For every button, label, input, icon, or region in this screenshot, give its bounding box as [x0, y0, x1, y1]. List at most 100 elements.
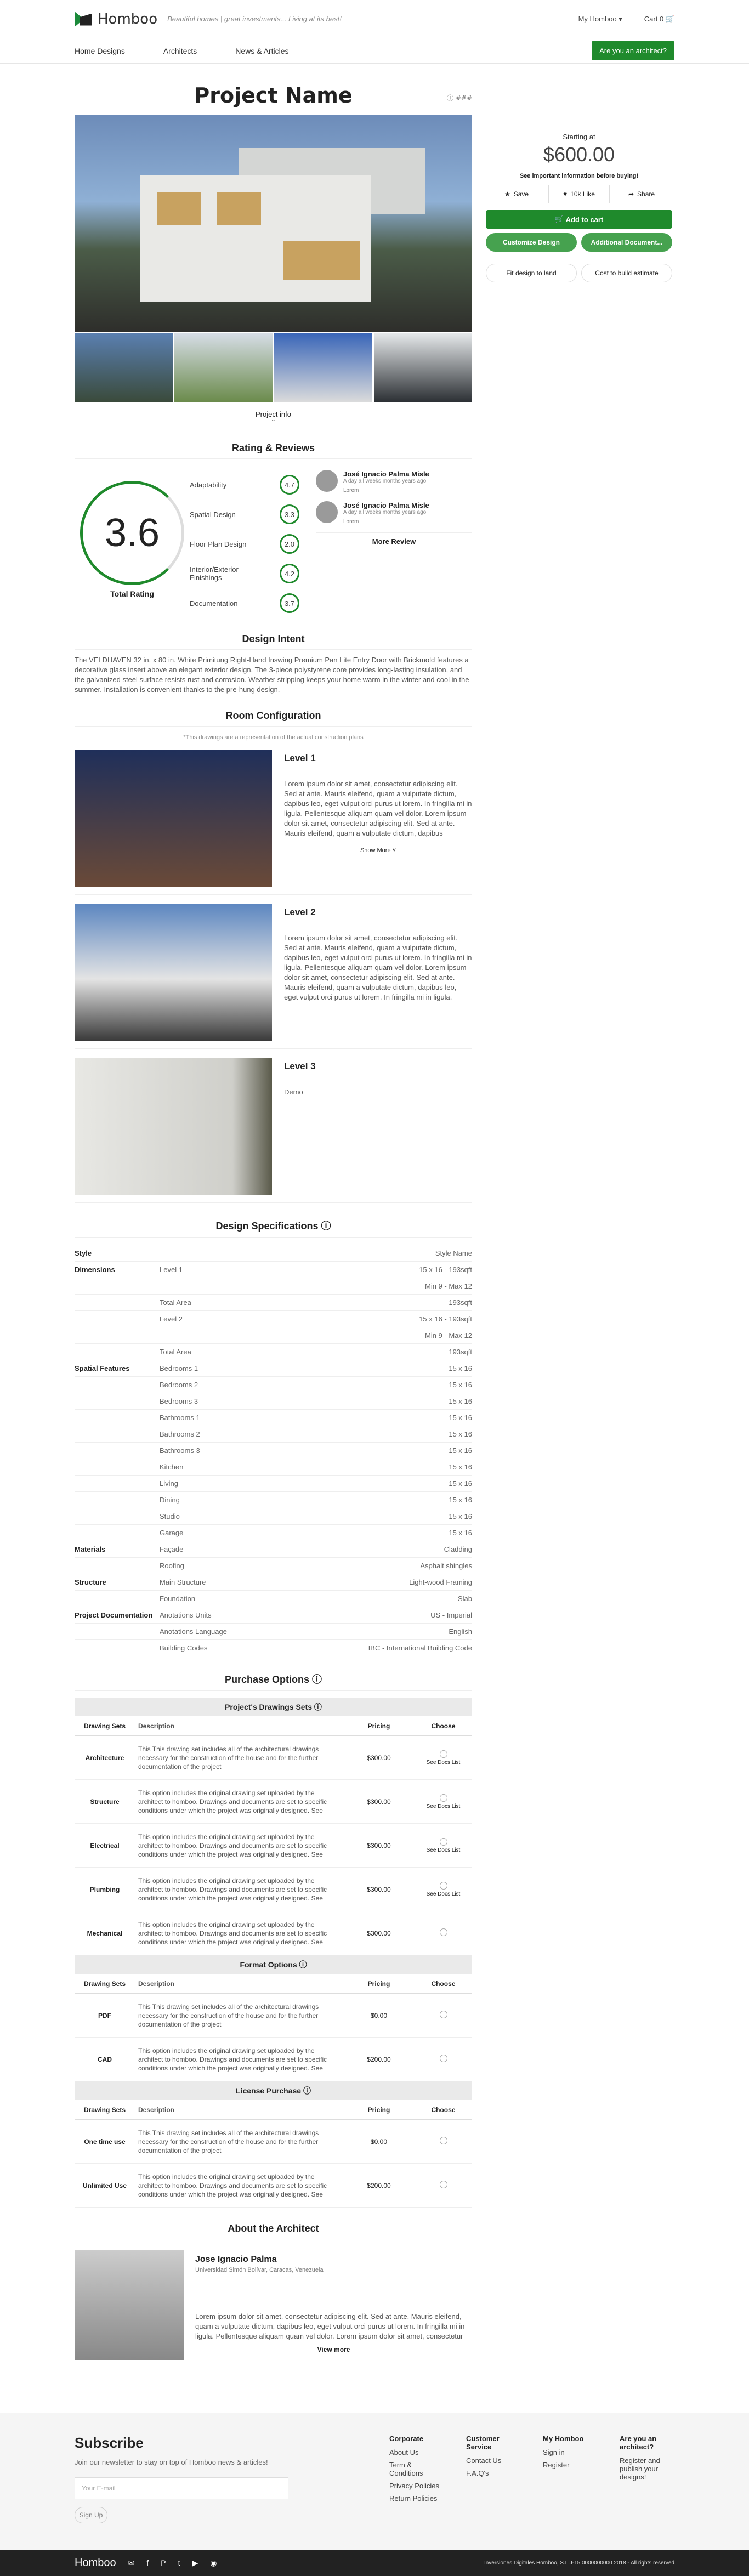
account-menu[interactable]: My Homboo ▾ [578, 15, 622, 24]
docs-list-link[interactable]: See Docs List [415, 1847, 472, 1853]
purchase-row: CAD This option includes the original dra… [75, 2038, 472, 2081]
rating-title: Rating & Reviews [75, 442, 472, 459]
youtube-icon[interactable]: ▶ [192, 2558, 198, 2568]
footer-link[interactable]: Contact Us [466, 2456, 521, 2465]
cart-link[interactable]: Cart 0 🛒 [644, 15, 674, 24]
choose-radio[interactable] [439, 1794, 447, 1802]
email-icon[interactable]: ✉ [128, 2558, 135, 2568]
specs-title: Design Specifications ⓘ [75, 1218, 472, 1238]
thumbnail[interactable] [374, 333, 472, 402]
share-icon: ➦ [628, 190, 634, 198]
rating-category: Interior/Exterior Finishings 4.2 [190, 559, 299, 588]
spec-row: Kitchen 15 x 16 [75, 1459, 472, 1476]
avatar [316, 470, 338, 492]
additional-documents-button[interactable]: Additional Document... [581, 233, 672, 252]
choose-radio[interactable] [439, 1881, 447, 1890]
purchase-row: Mechanical This option includes the origi… [75, 1911, 472, 1955]
docs-list-link[interactable]: See Docs List [415, 1760, 472, 1766]
choose-radio[interactable] [439, 2011, 447, 2018]
purchase-sidebar: Starting at $600.00 See important inform… [486, 83, 672, 282]
architect-cta-button[interactable]: Are you an architect? [592, 41, 674, 60]
thumbnail[interactable] [174, 333, 273, 402]
cost-estimate-button[interactable]: Cost to build estimate [581, 264, 672, 282]
spec-row: Living 15 x 16 [75, 1476, 472, 1492]
instagram-icon[interactable]: ◉ [210, 2558, 217, 2568]
add-to-cart-button[interactable]: 🛒 Add to cart [486, 210, 672, 229]
spec-row: Roofing Asphalt shingles [75, 1558, 472, 1574]
more-review-button[interactable]: More Review [316, 532, 472, 546]
rating-category: Documentation 3.7 [190, 588, 299, 618]
pinterest-icon[interactable]: P [161, 2558, 166, 2567]
logo[interactable]: Homboo [75, 11, 157, 27]
choose-radio[interactable] [439, 2181, 447, 2188]
architect-title: About the Architect [75, 2223, 472, 2239]
purchase-header: Drawing Sets Description Pricing Choose [75, 1716, 472, 1736]
footer-brand: Homboo [75, 2556, 116, 2569]
share-button[interactable]: ➦ Share [611, 185, 672, 203]
important-info[interactable]: See important information before buying! [486, 173, 672, 179]
choose-radio[interactable] [439, 2137, 447, 2144]
spec-row: Bedrooms 3 15 x 16 [75, 1393, 472, 1410]
bookmark-icon: ★ [504, 190, 510, 198]
spec-row: Style Style Name [75, 1245, 472, 1262]
docs-list-link[interactable]: See Docs List [415, 1891, 472, 1897]
footer-link[interactable]: F.A.Q's [466, 2469, 521, 2477]
spec-row: Total Area 193sqft [75, 1344, 472, 1360]
spec-row: Bathrooms 1 15 x 16 [75, 1410, 472, 1426]
thumbnail[interactable] [274, 333, 372, 402]
purchase-header: Drawing Sets Description Pricing Choose [75, 1974, 472, 1994]
hero-image[interactable] [75, 115, 472, 332]
customize-design-button[interactable]: Customize Design [486, 233, 577, 252]
total-rating-label: Total Rating [110, 589, 154, 598]
level-image[interactable] [75, 1058, 272, 1195]
nav-home-designs[interactable]: Home Designs [75, 47, 125, 55]
level-image[interactable] [75, 904, 272, 1041]
thumbnail[interactable] [75, 333, 173, 402]
purchase-row: Structure This option includes the origin… [75, 1780, 472, 1824]
footer-link[interactable]: Privacy Policies [389, 2482, 444, 2490]
footer-link[interactable]: About Us [389, 2448, 444, 2456]
docs-list-link[interactable]: See Docs List [415, 1803, 472, 1809]
bottom-bar: Homboo ✉ f P t ▶ ◉ Inversiones Digitales… [0, 2550, 749, 2576]
save-button[interactable]: ★ Save [486, 185, 547, 203]
tagline: Beautiful homes | great investments... L… [167, 15, 342, 23]
choose-radio[interactable] [439, 1750, 447, 1758]
purchase-title: Purchase Options ⓘ [75, 1672, 472, 1691]
specs-table: Style Style Name Dimensions Level 1 15 x 16 … [75, 1245, 472, 1656]
project-title: Project Name ⓘ ### [194, 83, 472, 107]
spec-row: Dimensions Level 1 15 x 16 - 193sqft [75, 1262, 472, 1278]
purchase-header: Drawing Sets Description Pricing Choose [75, 2100, 472, 2120]
purchase-row: Unlimited Use This option includes the or… [75, 2164, 472, 2208]
project-info-toggle[interactable]: Project info ˇ [75, 410, 472, 427]
architect-name: Jose Ignacio Palma [195, 2255, 277, 2264]
nav-architects[interactable]: Architects [163, 47, 197, 55]
spec-row: Materials Façade Cladding [75, 1541, 472, 1558]
view-more-button[interactable]: View more [195, 2346, 472, 2353]
nav-news[interactable]: News & Articles [235, 47, 288, 55]
footer-link[interactable]: Register and publish your designs! [620, 2456, 674, 2481]
email-input[interactable]: Your E-mail [75, 2477, 288, 2499]
footer: Subscribe Join our newsletter to stay on… [0, 2413, 749, 2550]
footer-link[interactable]: Term & Conditions [389, 2461, 444, 2477]
spec-row: Min 9 - Max 12 [75, 1278, 472, 1295]
twitter-icon[interactable]: t [178, 2558, 180, 2567]
footer-column: Customer Service Contact Us F.A.Q's [466, 2435, 521, 2528]
spec-row: Studio 15 x 16 [75, 1508, 472, 1525]
sign-up-button[interactable]: Sign Up [75, 2507, 107, 2523]
footer-link[interactable]: Sign in [543, 2448, 598, 2456]
rating-section: 3.6 Total Rating Adaptability 4.7 Spatial… [75, 464, 472, 618]
choose-radio[interactable] [439, 2055, 447, 2062]
facebook-icon[interactable]: f [146, 2558, 149, 2567]
choose-radio[interactable] [439, 1928, 447, 1936]
footer-link[interactable]: Return Policies [389, 2494, 444, 2503]
purchase-row: Plumbing This option includes the origina… [75, 1868, 472, 1911]
footer-column: My Homboo Sign in Register [543, 2435, 598, 2528]
show-more-button[interactable]: Show More ˅ [284, 847, 472, 854]
footer-link[interactable]: Register [543, 2461, 598, 2469]
level-image[interactable] [75, 750, 272, 887]
choose-radio[interactable] [439, 1837, 447, 1846]
spec-row: Bedrooms 2 15 x 16 [75, 1377, 472, 1393]
fit-design-button[interactable]: Fit design to land [486, 264, 577, 282]
like-button[interactable]: ♥ 10k Like [548, 185, 610, 203]
spec-row: Bathrooms 2 15 x 16 [75, 1426, 472, 1443]
